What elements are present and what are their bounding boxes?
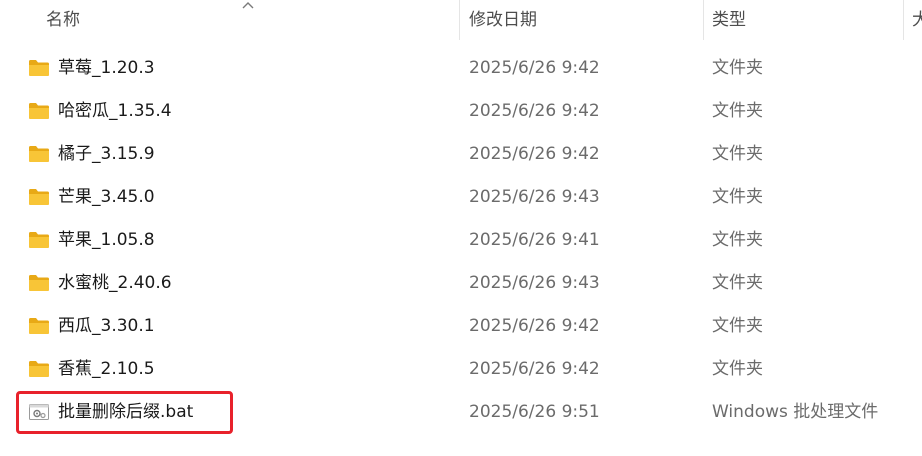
file-type: 文件夹 bbox=[712, 273, 763, 293]
folder-icon bbox=[29, 60, 49, 76]
file-date-modified: 2025/6/26 9:42 bbox=[469, 316, 600, 336]
file-date-modified: 2025/6/26 9:51 bbox=[469, 402, 600, 422]
folder-icon bbox=[29, 232, 49, 248]
file-name: 香蕉_2.10.5 bbox=[58, 359, 155, 379]
file-row[interactable]: 橘子_3.15.9 2025/6/26 9:42 文件夹 bbox=[0, 133, 922, 176]
column-divider[interactable] bbox=[459, 0, 460, 40]
file-name: 草莓_1.20.3 bbox=[58, 58, 155, 78]
folder-icon bbox=[29, 146, 49, 162]
sort-ascending-icon[interactable] bbox=[241, 0, 255, 10]
file-name: 西瓜_3.30.1 bbox=[58, 316, 155, 336]
file-row[interactable]: 批量删除后缀.bat 2025/6/26 9:51 Windows 批处理文件 bbox=[0, 391, 922, 434]
file-row[interactable]: 芒果_3.45.0 2025/6/26 9:43 文件夹 bbox=[0, 176, 922, 219]
file-row[interactable]: 西瓜_3.30.1 2025/6/26 9:42 文件夹 bbox=[0, 305, 922, 348]
file-type: 文件夹 bbox=[712, 58, 763, 78]
file-date-modified: 2025/6/26 9:42 bbox=[469, 58, 600, 78]
file-name: 橘子_3.15.9 bbox=[58, 144, 155, 164]
file-name: 芒果_3.45.0 bbox=[58, 187, 155, 207]
folder-icon bbox=[29, 103, 49, 119]
file-row[interactable]: 水蜜桃_2.40.6 2025/6/26 9:43 文件夹 bbox=[0, 262, 922, 305]
folder-icon bbox=[29, 318, 49, 334]
folder-icon bbox=[29, 275, 49, 291]
file-date-modified: 2025/6/26 9:41 bbox=[469, 230, 600, 250]
file-row[interactable]: 草莓_1.20.3 2025/6/26 9:42 文件夹 bbox=[0, 47, 922, 90]
column-header-date-modified[interactable]: 修改日期 bbox=[469, 0, 537, 40]
file-type: 文件夹 bbox=[712, 101, 763, 121]
file-list: 草莓_1.20.3 2025/6/26 9:42 文件夹 哈密瓜_1.35.4 … bbox=[0, 47, 922, 434]
file-type: 文件夹 bbox=[712, 316, 763, 336]
column-header-row: 名称 修改日期 类型 大 bbox=[0, 0, 922, 40]
file-date-modified: 2025/6/26 9:42 bbox=[469, 359, 600, 379]
file-date-modified: 2025/6/26 9:43 bbox=[469, 273, 600, 293]
column-header-size[interactable]: 大 bbox=[912, 0, 922, 40]
file-name: 哈密瓜_1.35.4 bbox=[58, 101, 172, 121]
file-name: 批量删除后缀.bat bbox=[58, 402, 194, 422]
file-type: 文件夹 bbox=[712, 230, 763, 250]
file-row[interactable]: 苹果_1.05.8 2025/6/26 9:41 文件夹 bbox=[0, 219, 922, 262]
file-name: 苹果_1.05.8 bbox=[58, 230, 155, 250]
column-header-type[interactable]: 类型 bbox=[712, 0, 746, 40]
file-explorer-list-view: 名称 修改日期 类型 大 草莓_1.20.3 2025/6/26 9:42 文件… bbox=[0, 0, 922, 456]
file-row[interactable]: 香蕉_2.10.5 2025/6/26 9:42 文件夹 bbox=[0, 348, 922, 391]
file-type: 文件夹 bbox=[712, 359, 763, 379]
batch-file-icon bbox=[29, 404, 49, 420]
file-name: 水蜜桃_2.40.6 bbox=[58, 273, 172, 293]
file-type: 文件夹 bbox=[712, 187, 763, 207]
file-row[interactable]: 哈密瓜_1.35.4 2025/6/26 9:42 文件夹 bbox=[0, 90, 922, 133]
column-divider[interactable] bbox=[903, 0, 904, 40]
file-type: 文件夹 bbox=[712, 144, 763, 164]
file-date-modified: 2025/6/26 9:42 bbox=[469, 144, 600, 164]
file-date-modified: 2025/6/26 9:43 bbox=[469, 187, 600, 207]
column-divider[interactable] bbox=[703, 0, 704, 40]
column-header-name[interactable]: 名称 bbox=[46, 0, 80, 40]
file-type: Windows 批处理文件 bbox=[712, 402, 879, 422]
folder-icon bbox=[29, 189, 49, 205]
file-date-modified: 2025/6/26 9:42 bbox=[469, 101, 600, 121]
folder-icon bbox=[29, 361, 49, 377]
